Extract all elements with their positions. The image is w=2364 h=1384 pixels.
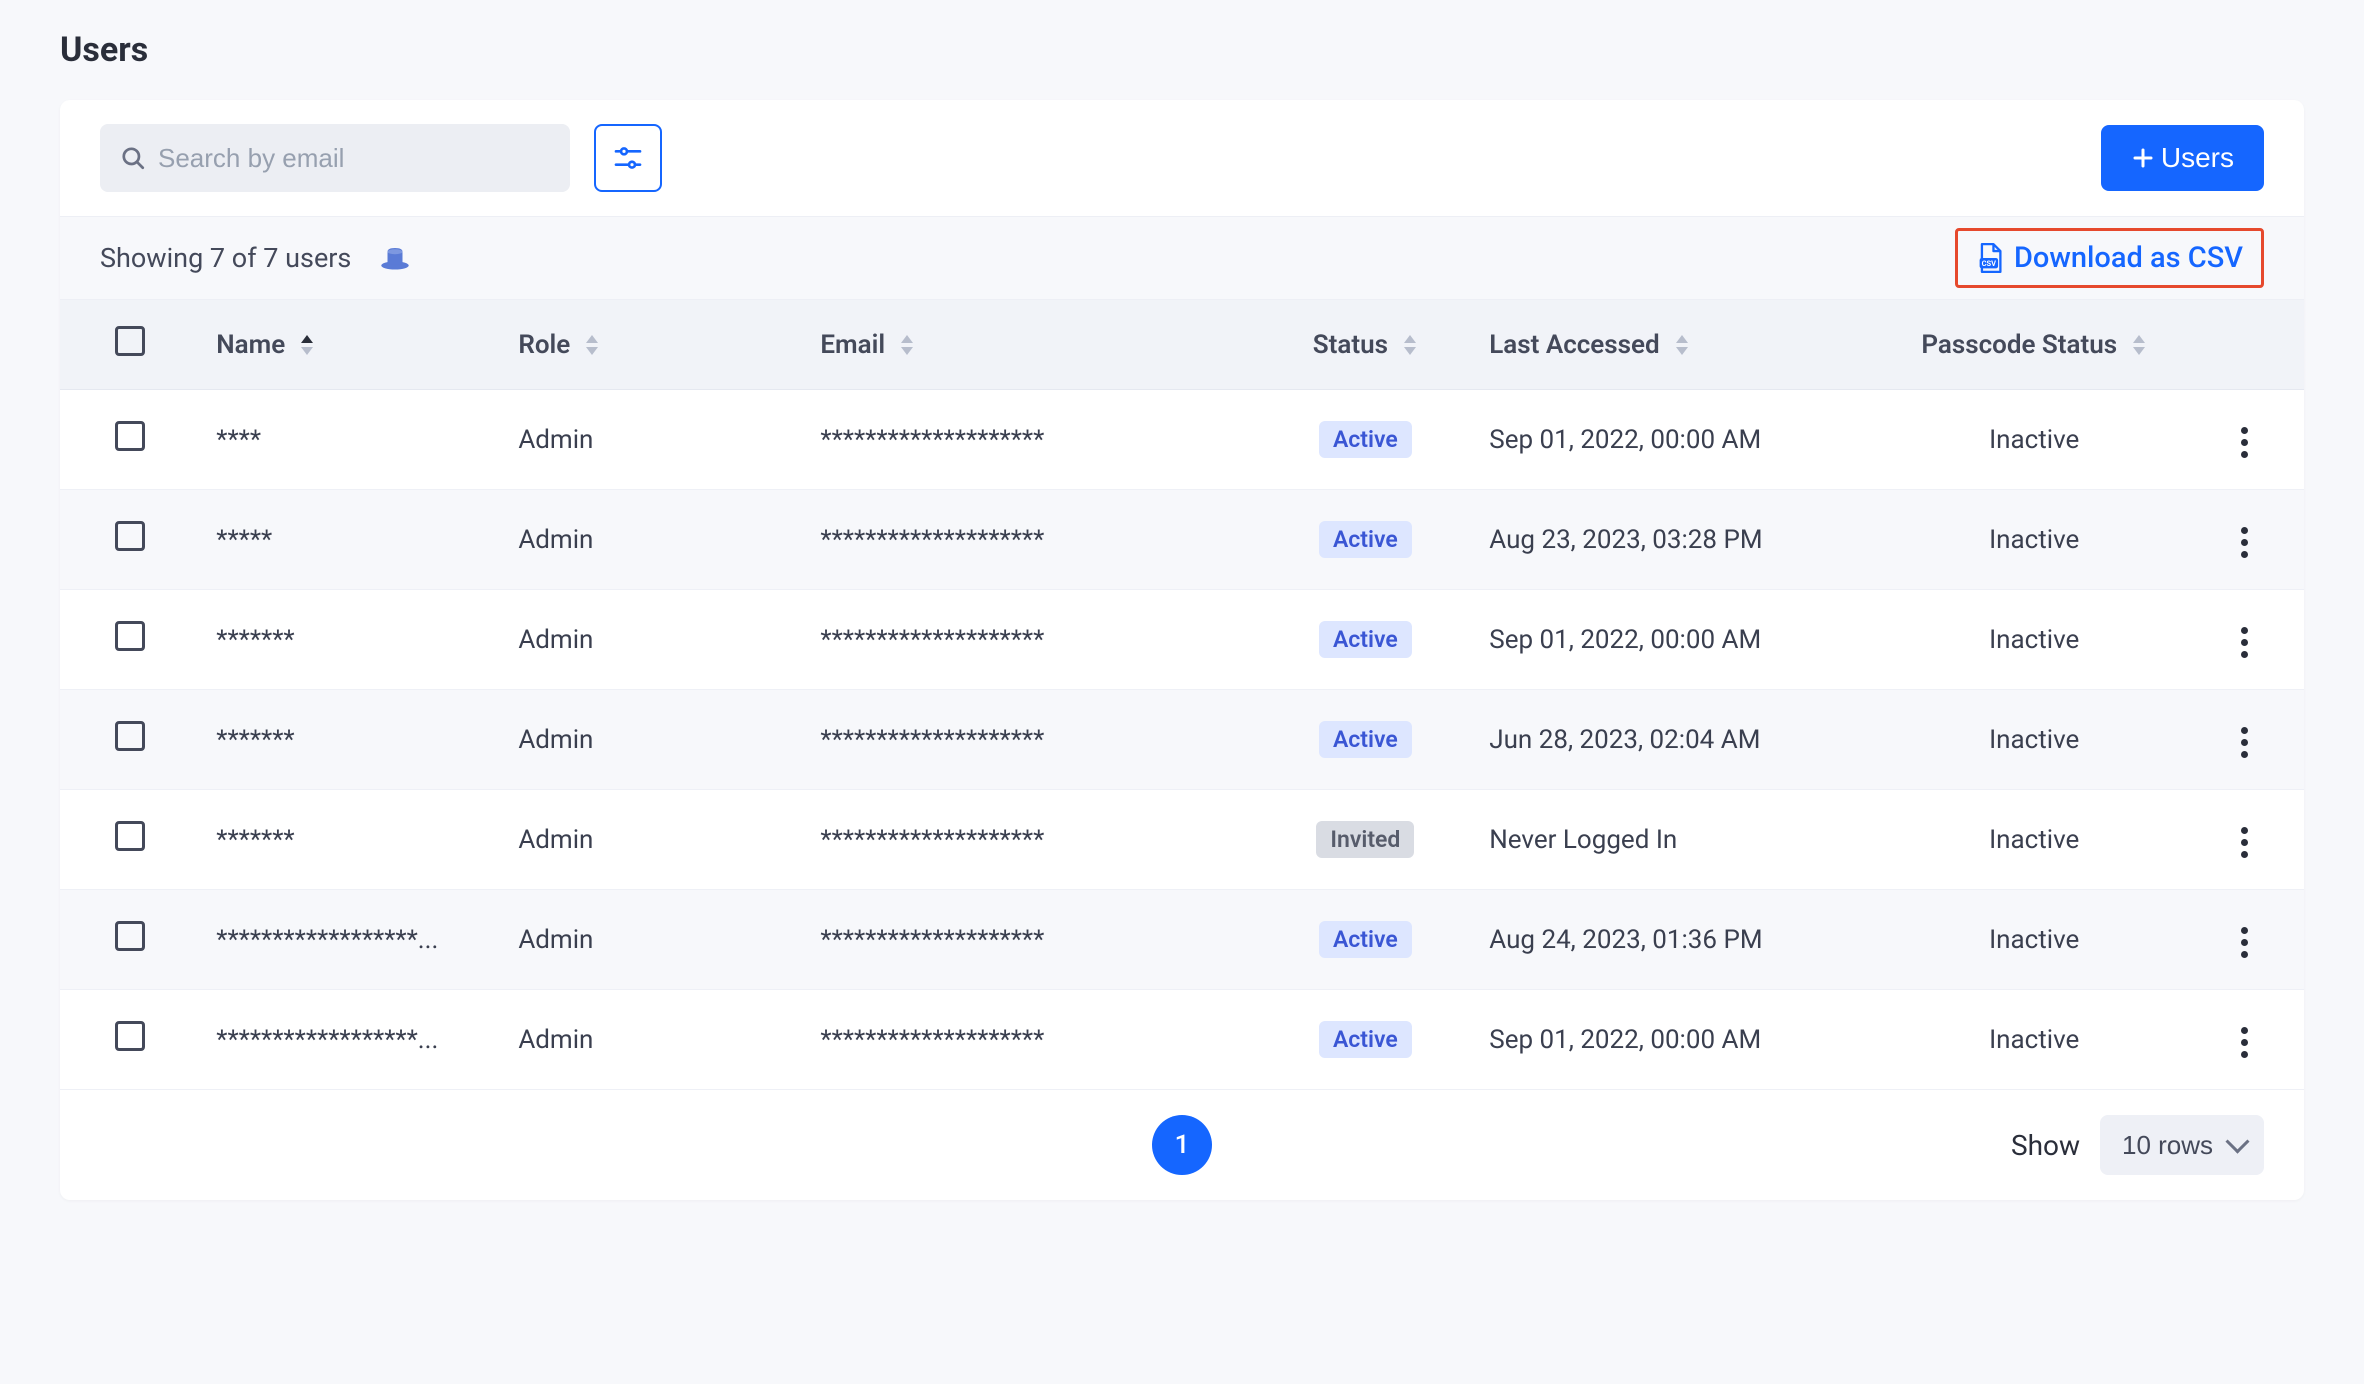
- row-checkbox[interactable]: [115, 421, 145, 451]
- table-row: **** Admin ******************** Active Sep 0…: [60, 390, 2304, 490]
- cell-email: ********************: [820, 625, 1044, 655]
- cell-last-accessed: Sep 01, 2022, 00:00 AM: [1489, 625, 1761, 655]
- row-checkbox[interactable]: [115, 1021, 145, 1051]
- cell-email: ********************: [820, 925, 1044, 955]
- status-badge: Active: [1319, 621, 1412, 658]
- cell-passcode-status: Inactive: [1989, 1025, 2079, 1055]
- row-actions-menu[interactable]: [2231, 717, 2258, 768]
- sort-icon: [1674, 335, 1690, 355]
- cell-email: ********************: [820, 425, 1044, 455]
- sort-icon: [584, 335, 600, 355]
- row-checkbox[interactable]: [115, 721, 145, 751]
- status-badge: Invited: [1316, 821, 1414, 858]
- users-table: Name Role: [60, 300, 2304, 1090]
- search-input[interactable]: [158, 143, 550, 174]
- add-users-label: Users: [2161, 142, 2234, 174]
- rows-per-page-select[interactable]: 10 rows: [2100, 1115, 2264, 1175]
- cell-role: Admin: [518, 825, 593, 855]
- cell-name: ******************...: [216, 1025, 438, 1055]
- cell-role: Admin: [518, 425, 593, 455]
- add-users-button[interactable]: Users: [2101, 125, 2264, 191]
- row-checkbox[interactable]: [115, 921, 145, 951]
- cell-last-accessed: Aug 23, 2023, 03:28 PM: [1489, 525, 1762, 555]
- cell-last-accessed: Sep 01, 2022, 00:00 AM: [1489, 425, 1761, 455]
- row-actions-menu[interactable]: [2231, 617, 2258, 668]
- col-header-passcode-status[interactable]: Passcode Status: [1883, 300, 2185, 390]
- sort-icon: [899, 335, 915, 355]
- meta-bar: Showing 7 of 7 users CSV Download as CSV: [60, 216, 2304, 300]
- row-actions-menu[interactable]: [2231, 417, 2258, 468]
- cell-passcode-status: Inactive: [1989, 725, 2079, 755]
- cell-passcode-status: Inactive: [1989, 425, 2079, 455]
- cell-passcode-status: Inactive: [1989, 525, 2079, 555]
- download-csv-link[interactable]: Download as CSV: [2014, 241, 2243, 275]
- cell-email: ********************: [820, 525, 1044, 555]
- page-title: Users: [60, 30, 2304, 70]
- csv-file-icon: CSV: [1976, 243, 2004, 273]
- table-row: ******* Admin ******************** Active Se…: [60, 590, 2304, 690]
- cell-last-accessed: Sep 01, 2022, 00:00 AM: [1489, 1025, 1761, 1055]
- cell-passcode-status: Inactive: [1989, 825, 2079, 855]
- cell-name: *******: [216, 625, 294, 655]
- sort-icon: [1402, 335, 1418, 355]
- col-header-last-accessed[interactable]: Last Accessed: [1473, 300, 1883, 390]
- cell-email: ********************: [820, 725, 1044, 755]
- cell-name: *******: [216, 725, 294, 755]
- select-all-checkbox[interactable]: [115, 326, 145, 356]
- table-row: ***** Admin ******************** Active Aug …: [60, 490, 2304, 590]
- show-label: Show: [2011, 1129, 2080, 1162]
- cell-name: *****: [216, 525, 272, 555]
- users-card: Users Showing 7 of 7 users CSV Download …: [60, 100, 2304, 1200]
- cell-last-accessed: Never Logged In: [1489, 825, 1677, 855]
- col-header-email[interactable]: Email: [804, 300, 1257, 390]
- cell-last-accessed: Aug 24, 2023, 01:36 PM: [1489, 925, 1762, 955]
- cell-passcode-status: Inactive: [1989, 625, 2079, 655]
- status-badge: Active: [1319, 721, 1412, 758]
- col-header-role[interactable]: Role: [502, 300, 804, 390]
- table-row: ******************... Admin **************…: [60, 890, 2304, 990]
- cell-role: Admin: [518, 925, 593, 955]
- cell-name: ****: [216, 425, 261, 455]
- showing-count: Showing 7 of 7 users: [100, 242, 351, 274]
- col-header-status[interactable]: Status: [1257, 300, 1473, 390]
- sort-icon: [2131, 335, 2147, 355]
- cell-email: ********************: [820, 1025, 1044, 1055]
- filter-button[interactable]: [594, 124, 662, 192]
- cell-email: ********************: [820, 825, 1044, 855]
- cell-role: Admin: [518, 1025, 593, 1055]
- download-csv-highlight: CSV Download as CSV: [1955, 228, 2264, 288]
- toolbar: Users: [60, 100, 2304, 216]
- row-checkbox[interactable]: [115, 821, 145, 851]
- plus-icon: [2131, 146, 2155, 170]
- cell-name: *******: [216, 825, 294, 855]
- table-row: ******* Admin ******************** Active Ju…: [60, 690, 2304, 790]
- status-badge: Active: [1319, 1021, 1412, 1058]
- col-header-name[interactable]: Name: [200, 300, 502, 390]
- page-number-current[interactable]: 1: [1152, 1115, 1212, 1175]
- status-badge: Active: [1319, 421, 1412, 458]
- table-row: ******* Admin ******************** Invited N…: [60, 790, 2304, 890]
- cell-last-accessed: Jun 28, 2023, 02:04 AM: [1489, 725, 1760, 755]
- cell-passcode-status: Inactive: [1989, 925, 2079, 955]
- status-badge: Active: [1319, 521, 1412, 558]
- row-actions-menu[interactable]: [2231, 817, 2258, 868]
- sort-icon: [299, 335, 315, 355]
- pagination-bar: 1 Show 10 rows: [60, 1090, 2304, 1200]
- hat-icon: [379, 242, 411, 274]
- row-checkbox[interactable]: [115, 621, 145, 651]
- cell-role: Admin: [518, 525, 593, 555]
- cell-role: Admin: [518, 625, 593, 655]
- search-wrap[interactable]: [100, 124, 570, 192]
- table-row: ******************... Admin **************…: [60, 990, 2304, 1090]
- sliders-icon: [612, 142, 644, 174]
- row-actions-menu[interactable]: [2231, 1017, 2258, 1068]
- svg-text:CSV: CSV: [1982, 259, 1997, 268]
- status-badge: Active: [1319, 921, 1412, 958]
- row-checkbox[interactable]: [115, 521, 145, 551]
- row-actions-menu[interactable]: [2231, 517, 2258, 568]
- cell-role: Admin: [518, 725, 593, 755]
- row-actions-menu[interactable]: [2231, 917, 2258, 968]
- cell-name: ******************...: [216, 925, 438, 955]
- search-icon: [120, 145, 146, 171]
